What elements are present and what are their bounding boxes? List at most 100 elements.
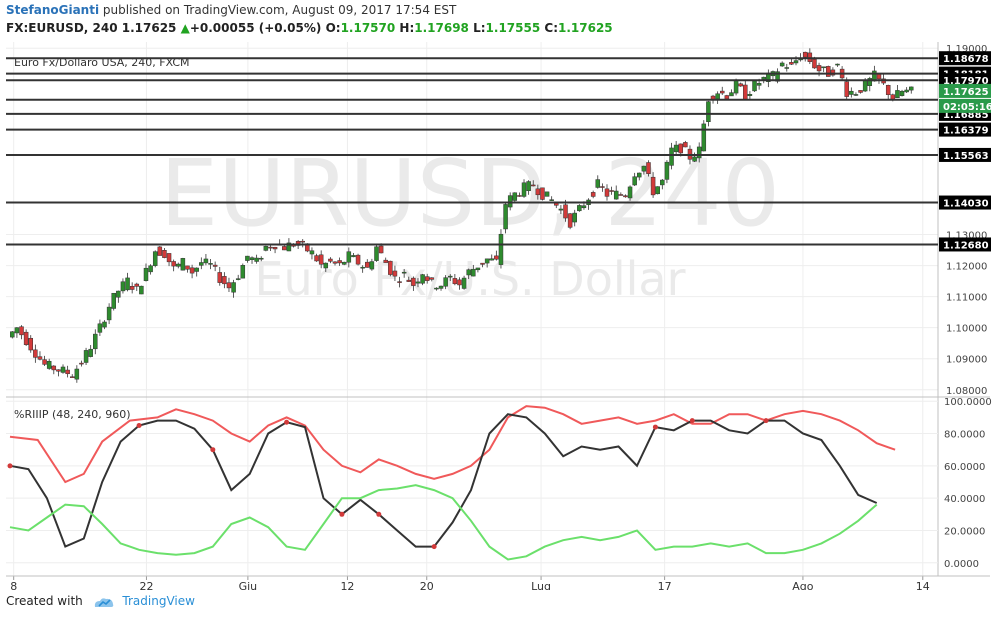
candle-body bbox=[719, 90, 725, 94]
candle-body bbox=[346, 251, 352, 263]
indicator-line-0 bbox=[9, 405, 896, 484]
candle-body bbox=[79, 362, 84, 365]
candle-body bbox=[471, 268, 476, 277]
candle-body bbox=[93, 333, 98, 350]
candle-body bbox=[212, 264, 218, 267]
candle-body bbox=[111, 292, 116, 309]
candle-body bbox=[180, 258, 186, 271]
ind-y-tick-label: 80.0000 bbox=[944, 430, 985, 441]
ind-y-tick-label: 20.0000 bbox=[944, 526, 985, 537]
indicator-marker bbox=[763, 418, 769, 424]
x-tick-label: Ago bbox=[792, 580, 814, 590]
indicator-line-1 bbox=[9, 413, 878, 548]
candle-body bbox=[88, 348, 93, 357]
x-tick-label: Giu bbox=[239, 580, 258, 590]
y-tick-label: 1.08000 bbox=[946, 386, 987, 397]
candle-body bbox=[826, 66, 831, 77]
candle-body bbox=[332, 261, 338, 264]
ind-y-tick-label: 40.0000 bbox=[944, 494, 985, 505]
candle-body bbox=[318, 254, 324, 265]
candle-body bbox=[106, 306, 112, 321]
candle-body bbox=[526, 181, 531, 192]
candle-body bbox=[217, 272, 223, 283]
candle-body bbox=[263, 245, 269, 251]
candle-body bbox=[438, 285, 444, 289]
y-tick-label: 1.12000 bbox=[946, 262, 987, 273]
indicator-marker bbox=[431, 544, 437, 550]
candle-body bbox=[507, 195, 513, 208]
candle-body bbox=[650, 176, 656, 196]
candle-body bbox=[669, 147, 674, 166]
candle-body bbox=[355, 254, 361, 265]
candle-body bbox=[600, 186, 605, 188]
candle-body bbox=[535, 188, 541, 196]
candle-body bbox=[701, 123, 707, 152]
candle-body bbox=[341, 261, 347, 265]
candle-body bbox=[885, 84, 891, 95]
candle-body bbox=[673, 144, 679, 153]
candle-body bbox=[756, 83, 762, 86]
candle-body bbox=[235, 278, 241, 280]
candle-body bbox=[789, 62, 794, 65]
candle-body bbox=[581, 205, 587, 209]
candle-body bbox=[143, 267, 149, 281]
candle-body bbox=[784, 67, 790, 69]
indicator-marker bbox=[652, 424, 658, 430]
candle-body bbox=[374, 246, 379, 261]
candle-body bbox=[314, 255, 319, 262]
candle-body bbox=[715, 93, 720, 100]
candle-body bbox=[134, 283, 140, 287]
candle-body bbox=[747, 94, 753, 96]
candle-body bbox=[166, 253, 172, 263]
candle-body bbox=[802, 51, 808, 58]
candle-body bbox=[406, 279, 412, 282]
candle-body bbox=[632, 176, 637, 186]
candle-body bbox=[637, 172, 642, 178]
candle-body bbox=[862, 80, 868, 92]
y-tick-label: 1.11000 bbox=[946, 293, 987, 304]
candle-body bbox=[120, 281, 126, 292]
candle-body bbox=[415, 281, 421, 284]
candle-body bbox=[282, 246, 287, 251]
candle-body bbox=[816, 65, 822, 72]
candle-body bbox=[563, 204, 568, 219]
candle-body bbox=[793, 60, 799, 64]
candle-body bbox=[858, 90, 863, 93]
candle-body bbox=[655, 186, 660, 195]
candle-body bbox=[199, 262, 204, 266]
x-tick-label: 8 bbox=[10, 580, 17, 590]
tradingview-link[interactable]: TradingView bbox=[122, 594, 195, 608]
candle-body bbox=[420, 274, 425, 284]
candle-body bbox=[258, 257, 264, 260]
candle-body bbox=[494, 255, 499, 260]
candle-body bbox=[392, 270, 398, 277]
candle-body bbox=[424, 276, 430, 281]
candle-body bbox=[401, 271, 407, 274]
candle-body bbox=[429, 277, 435, 280]
candle-body bbox=[544, 191, 550, 197]
candle-body bbox=[512, 192, 518, 201]
candle-body bbox=[627, 186, 633, 199]
ind-y-tick-label: 100.0000 bbox=[944, 397, 992, 408]
level-label: 1.16379 bbox=[943, 126, 989, 137]
candle-body bbox=[203, 258, 209, 264]
footer: Created with TradingView bbox=[6, 594, 195, 608]
candle-body bbox=[268, 246, 273, 249]
price-chart[interactable]: 8 22 Giu 12 20 Lug 17 Ago 141.190001.130001.1200… bbox=[0, 0, 1002, 590]
candle-body bbox=[461, 277, 467, 289]
indicator-marker bbox=[284, 419, 290, 425]
candle-body bbox=[337, 260, 342, 264]
candle-body bbox=[65, 369, 70, 375]
candle-body bbox=[724, 95, 730, 100]
level-label: 1.18678 bbox=[943, 54, 989, 65]
indicator-title: %RIIIP (48, 240, 960) bbox=[14, 408, 131, 421]
candle-body bbox=[480, 262, 485, 265]
candle-body bbox=[609, 190, 614, 192]
candle-body bbox=[125, 277, 130, 291]
candle-body bbox=[176, 263, 181, 267]
candle-body bbox=[558, 208, 564, 211]
candle-body bbox=[475, 267, 481, 271]
candle-body bbox=[498, 233, 504, 265]
candle-body bbox=[678, 143, 684, 154]
candle-body bbox=[899, 90, 905, 96]
